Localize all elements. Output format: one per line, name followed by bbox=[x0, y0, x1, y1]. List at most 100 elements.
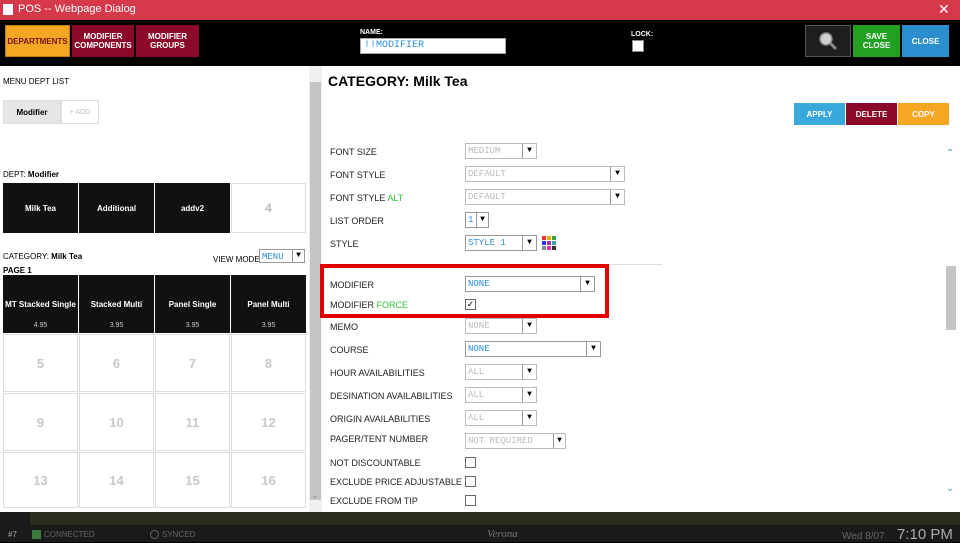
memo-label: MEMO bbox=[330, 322, 358, 332]
station-number: #7 bbox=[8, 530, 17, 539]
course-value: NONE bbox=[468, 344, 490, 354]
right-scrollbar-thumb[interactable] bbox=[946, 266, 956, 330]
connected-icon bbox=[32, 530, 41, 539]
apply-button[interactable]: APPLY bbox=[794, 103, 845, 125]
modifier-components-button[interactable]: MODIFIER COMPONENTS bbox=[72, 25, 134, 57]
dept-button-milk-tea[interactable]: Milk Tea bbox=[3, 183, 78, 233]
empty-slot[interactable]: 11 bbox=[155, 393, 230, 451]
chevron-down-icon: ▼ bbox=[522, 144, 536, 158]
style-label: STYLE bbox=[330, 239, 359, 249]
view-mode-value: MENU bbox=[262, 252, 284, 262]
empty-slot[interactable]: 7 bbox=[155, 334, 230, 392]
close-button[interactable]: CLOSE bbox=[902, 25, 949, 57]
name-label: NAME: bbox=[360, 29, 383, 36]
font-style-alt-select[interactable]: DEFAULT ▼ bbox=[465, 189, 625, 205]
add-tab-button[interactable]: + ADD bbox=[61, 100, 99, 124]
origin-availabilities-select[interactable]: ALL ▼ bbox=[465, 410, 537, 426]
font-style-select[interactable]: DEFAULT ▼ bbox=[465, 166, 625, 182]
scroll-down-icon[interactable]: ⌄ bbox=[311, 490, 319, 501]
style-select[interactable]: STYLE 1 ▼ bbox=[465, 235, 537, 251]
item-price: 3.95 bbox=[185, 322, 200, 329]
item-button[interactable]: Stacked Multi 3.95 bbox=[79, 275, 154, 333]
chevron-down-icon: ▼ bbox=[522, 319, 536, 333]
lock-checkbox[interactable] bbox=[632, 40, 644, 52]
font-style-value: DEFAULT bbox=[468, 169, 506, 179]
dept-value: Modifier bbox=[27, 170, 60, 179]
empty-slot[interactable]: 6 bbox=[79, 334, 154, 392]
origin-availabilities-label: ORIGIN AVAILABILITIES bbox=[330, 414, 431, 424]
departments-button[interactable]: DEPARTMENTS bbox=[5, 25, 70, 57]
alt-label: ALT bbox=[387, 193, 404, 203]
course-select[interactable]: NONE ▼ bbox=[465, 341, 601, 357]
destination-availabilities-label: DESINATION AVAILABILITIES bbox=[330, 391, 453, 401]
dept-button-additional[interactable]: Additional bbox=[79, 183, 154, 233]
hour-availabilities-select[interactable]: ALL ▼ bbox=[465, 364, 537, 380]
search-button[interactable] bbox=[805, 25, 851, 57]
font-size-label: FONT SIZE bbox=[330, 147, 377, 157]
exclude-price-adjustable-checkbox[interactable] bbox=[465, 476, 476, 487]
item-price: 4.95 bbox=[33, 322, 48, 329]
dept-label: DEPT: Modifier bbox=[3, 170, 60, 179]
lock-label: LOCK: bbox=[631, 31, 654, 38]
dept-empty-slot[interactable]: 4 bbox=[231, 183, 306, 233]
empty-slot[interactable]: 14 bbox=[79, 452, 154, 508]
window-titlebar: POS -- Webpage Dialog ✕ bbox=[0, 0, 960, 20]
empty-slot[interactable]: 15 bbox=[155, 452, 230, 508]
time-display: 7:10 PM bbox=[897, 526, 953, 543]
font-style-label: FONT STYLE bbox=[330, 170, 386, 180]
name-input[interactable]: !!MODIFIER bbox=[360, 38, 506, 54]
list-order-select[interactable]: 1 ▼ bbox=[465, 212, 489, 228]
font-style-alt-value: DEFAULT bbox=[468, 192, 506, 202]
origin-availabilities-value: ALL bbox=[468, 413, 485, 423]
delete-button[interactable]: DELETE bbox=[846, 103, 897, 125]
empty-slot[interactable]: 10 bbox=[79, 393, 154, 451]
dept-button-addv2[interactable]: addv2 bbox=[155, 183, 230, 233]
destination-availabilities-value: ALL bbox=[468, 390, 485, 400]
chevron-down-icon: ▼ bbox=[610, 167, 624, 181]
copy-button[interactable]: COPY bbox=[898, 103, 949, 125]
font-size-select[interactable]: MEDIUM ▼ bbox=[465, 143, 537, 159]
modifier-groups-button[interactable]: MODIFIER GROUPS bbox=[136, 25, 199, 57]
window-title: POS -- Webpage Dialog bbox=[18, 3, 136, 15]
not-discountable-checkbox[interactable] bbox=[465, 457, 476, 468]
empty-slot[interactable]: 5 bbox=[3, 334, 78, 392]
synced-status: SYNCED bbox=[162, 530, 196, 539]
app-icon bbox=[3, 4, 13, 15]
memo-value: NONE bbox=[468, 321, 490, 331]
view-mode-select[interactable]: MENU ▼ bbox=[259, 249, 305, 263]
destination-availabilities-select[interactable]: ALL ▼ bbox=[465, 387, 537, 403]
chevron-down-icon: ▼ bbox=[610, 190, 624, 204]
item-name: Panel Multi bbox=[247, 300, 290, 309]
empty-slot[interactable]: 8 bbox=[231, 334, 306, 392]
item-button[interactable]: MT Stacked Single 4.95 bbox=[3, 275, 78, 333]
item-button[interactable]: Panel Single 3.95 bbox=[155, 275, 230, 333]
color-grid-icon[interactable] bbox=[542, 236, 557, 251]
empty-slot[interactable]: 16 bbox=[231, 452, 306, 508]
empty-slot[interactable]: 9 bbox=[3, 393, 78, 451]
location-name: Verona bbox=[487, 528, 518, 540]
menu-dept-list-label: MENU DEPT LIST bbox=[3, 77, 70, 86]
date-display: Wed 8/07 bbox=[842, 531, 885, 542]
tab-modifier[interactable]: Modifier bbox=[3, 100, 61, 124]
memo-select[interactable]: NONE ▼ bbox=[465, 318, 537, 334]
synced-icon bbox=[150, 530, 159, 539]
window-close-icon[interactable]: ✕ bbox=[938, 1, 950, 18]
scroll-up-icon[interactable]: ⌃ bbox=[946, 148, 954, 159]
item-button[interactable]: Panel Multi 3.95 bbox=[231, 275, 306, 333]
save-close-button[interactable]: SAVE CLOSE bbox=[853, 25, 900, 57]
item-price: 3.95 bbox=[109, 322, 124, 329]
scroll-down-icon[interactable]: ⌄ bbox=[946, 483, 954, 494]
exclude-from-tip-label: EXCLUDE FROM TIP bbox=[330, 496, 418, 506]
empty-slot[interactable]: 13 bbox=[3, 452, 78, 508]
status-bar-strip bbox=[30, 512, 960, 525]
chevron-down-icon: ▼ bbox=[292, 250, 304, 262]
exclude-from-tip-checkbox[interactable] bbox=[465, 495, 476, 506]
exclude-price-adjustable-label: EXCLUDE PRICE ADJUSTABLE bbox=[330, 477, 462, 487]
view-mode-label: VIEW MODE: bbox=[213, 255, 262, 264]
chevron-down-icon: ▼ bbox=[586, 342, 600, 356]
empty-slot[interactable]: 12 bbox=[231, 393, 306, 451]
item-price: 3.95 bbox=[261, 322, 276, 329]
chevron-down-icon: ▼ bbox=[522, 365, 536, 379]
pager-tent-number-select[interactable]: NOT REQUIRED ▼ bbox=[465, 433, 566, 449]
not-discountable-label: NOT DISCOUNTABLE bbox=[330, 458, 421, 468]
